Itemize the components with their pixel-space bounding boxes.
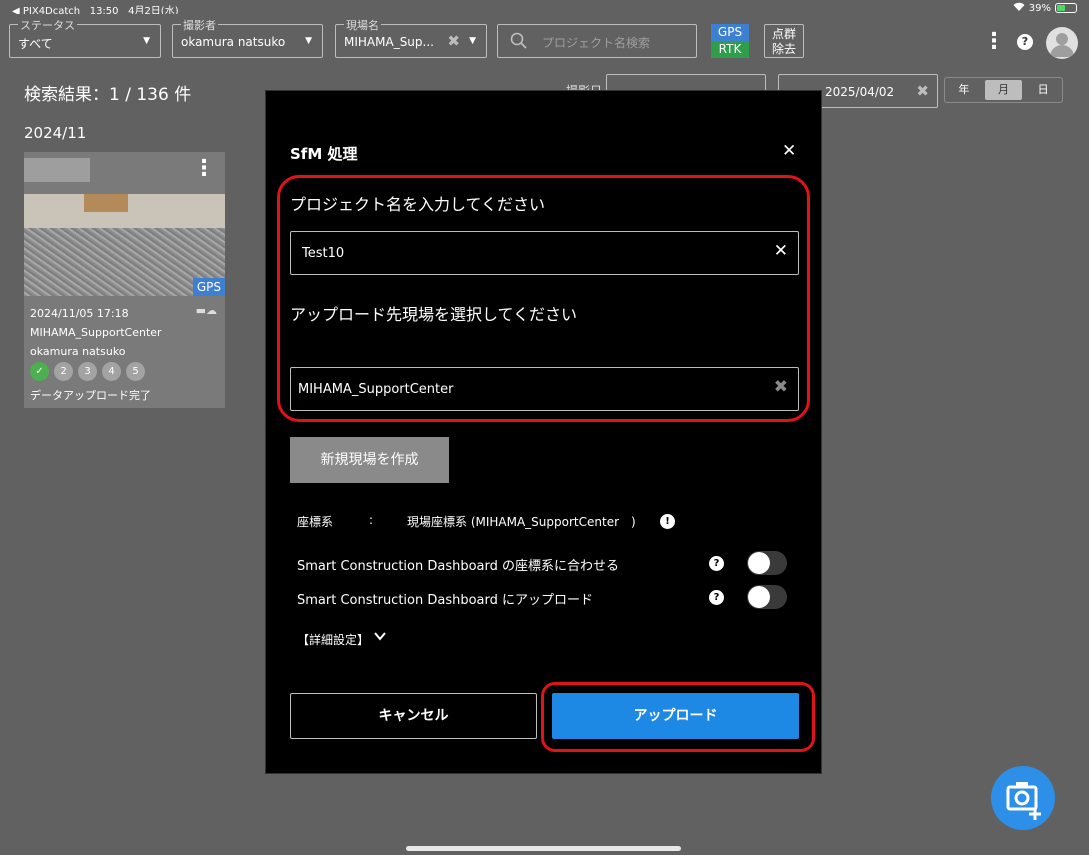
help-icon[interactable]: ? [1017,34,1033,50]
coordinate-system-colon: : [369,513,374,527]
pointcloud-removal-button[interactable]: 点群 除去 [764,24,804,58]
coordinate-system-row: 座標系 : 現場座標系 (MIHAMA_SupportCenter ) [297,513,636,530]
close-icon[interactable]: ✕ [782,143,796,160]
photographer-filter-value: okamura natsuko [181,35,286,49]
gps-label: GPS [711,24,749,41]
pointcloud-label-line1: 点群 [771,27,796,41]
period-segment: 年 月 日 [944,77,1063,103]
search-icon [510,32,528,50]
status-filter-legend: ステータス [18,17,77,33]
card-site: MIHAMA_SupportCenter [30,326,162,339]
status-filter-select[interactable]: ステータス すべて ▼ [9,17,161,58]
date-to-value: 2025/04/02 [825,85,895,99]
chevron-down-icon [373,629,387,647]
step-4: 4 [102,362,121,381]
step-5: 5 [126,362,145,381]
upload-dashboard-label: Smart Construction Dashboard にアップロード [297,593,594,608]
match-dashboard-coords-label: Smart Construction Dashboard の座標系に合わせる [297,559,620,574]
card-gps-tag: GPS [192,278,225,296]
camera-add-button[interactable] [991,766,1055,830]
status-filter-value: すべて [18,37,53,51]
highlight-form-fields [277,175,810,422]
upload-dashboard-toggle[interactable] [747,585,787,609]
card-photographer: okamura natsuko [30,345,126,358]
segment-day[interactable]: 日 [1024,78,1062,102]
thumbnail-door [84,194,128,212]
card-title-placeholder [24,158,90,182]
create-site-button[interactable]: 新規現場を作成 [290,437,449,483]
card-menu-icon[interactable]: ⋮ [193,158,215,180]
help-icon[interactable]: ? [709,590,724,605]
advanced-settings-label: 【詳細設定】 [297,633,370,647]
segment-year[interactable]: 年 [945,78,983,102]
coordinate-system-label: 座標系 [297,515,334,529]
card-thumbnail[interactable]: GPS [24,194,225,296]
status-bar-right: 39% [1013,2,1077,14]
site-filter-value: MIHAMA_Sup... [344,35,434,49]
alert-icon[interactable]: ! [660,514,675,529]
pointcloud-label-line2: 除去 [771,42,796,56]
site-filter-legend: 現場名 [344,17,381,33]
avatar[interactable] [1046,27,1078,59]
site-filter-select[interactable]: 現場名 MIHAMA_Sup... ✖ ▼ [335,17,487,58]
battery-percent: 39% [1028,2,1051,14]
more-menu-icon[interactable]: ⋮ [983,31,1005,53]
result-count-label: 検索結果： [24,85,109,105]
caret-down-icon: ▼ [143,36,150,46]
search-placeholder: プロジェクト名検索 [542,36,651,50]
card-status: データアップロード完了 [30,389,151,402]
help-icon[interactable]: ? [709,556,724,571]
caret-down-icon: ▼ [305,36,312,46]
toggle-knob [748,586,770,608]
coordinate-system-value: 現場座標系 (MIHAMA_SupportCenter ) [407,515,636,529]
advanced-settings-toggle[interactable]: 【詳細設定】 [297,631,386,648]
rtk-label: RTK [711,41,749,58]
user-icon [1050,33,1074,57]
cloud-folder-icon: ▬☁ [195,304,217,317]
home-indicator [406,846,681,851]
caret-down-icon: ▼ [469,36,476,46]
project-search-input[interactable]: プロジェクト名検索 [497,24,697,58]
gps-rtk-toggle[interactable]: GPS RTK [711,24,749,58]
month-group-heading: 2024/11 [24,124,87,142]
step-3: 3 [78,362,97,381]
photographer-filter-select[interactable]: 撮影者 okamura natsuko ▼ [172,17,323,58]
progress-steps: ✓ 2 3 4 5 [30,362,145,381]
highlight-upload-button [541,682,815,752]
step-1-check-icon: ✓ [30,362,49,381]
card-datetime: 2024/11/05 17:18 [30,307,129,320]
wifi-icon [1013,2,1025,14]
battery-icon [1055,3,1077,13]
clear-icon[interactable]: ✖ [916,82,929,100]
filter-bar: ステータス すべて ▼ 撮影者 okamura natsuko ▼ 現場名 MI… [0,14,1089,70]
segment-month[interactable]: 月 [984,80,1023,100]
step-2: 2 [54,362,73,381]
clear-icon[interactable]: ✖ [447,32,460,50]
result-count-value: 1 / 136 件 [109,85,192,105]
project-card[interactable]: ⋮ GPS 2024/11/05 17:18 MIHAMA_SupportCen… [24,152,225,408]
cancel-button[interactable]: キャンセル [290,693,537,739]
dialog-title: SfM 処理 [290,145,358,163]
card-meta: 2024/11/05 17:18 MIHAMA_SupportCenter ok… [30,304,162,361]
result-count: 検索結果：1 / 136 件 [24,80,191,105]
photographer-filter-legend: 撮影者 [181,17,218,33]
toggle-knob [748,552,770,574]
match-dashboard-coords-toggle[interactable] [747,551,787,575]
camera-plus-icon [1006,782,1041,820]
